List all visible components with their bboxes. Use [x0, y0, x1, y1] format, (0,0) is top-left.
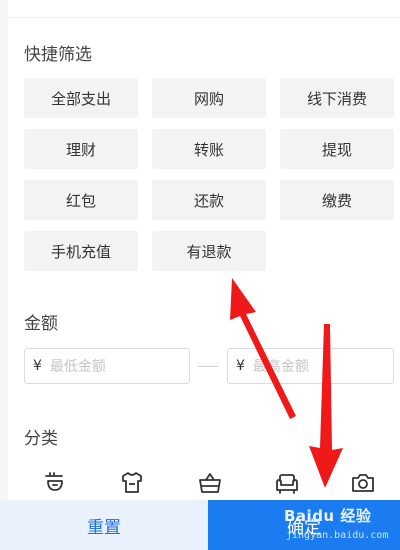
baidu-watermark: Baidu 经验 — [284, 507, 372, 525]
top-divider — [8, 17, 400, 18]
chip-online-shopping[interactable]: 网购 — [152, 78, 266, 118]
amount-title: 金额 — [24, 314, 58, 334]
currency-symbol: ¥ — [236, 358, 245, 374]
clothing-icon[interactable] — [117, 468, 147, 498]
chip-withdraw[interactable]: 提现 — [280, 129, 394, 169]
max-amount-input[interactable]: ¥ 最高金额 — [227, 348, 394, 384]
chip-wealth-management[interactable]: 理财 — [24, 129, 138, 169]
chip-red-packet[interactable]: 红包 — [24, 180, 138, 220]
min-amount-placeholder: 最低金额 — [49, 359, 106, 375]
sofa-icon[interactable] — [272, 468, 302, 498]
food-icon[interactable] — [40, 468, 70, 498]
min-amount-input[interactable]: ¥ 最低金额 — [24, 348, 190, 384]
chip-refunded[interactable]: 有退款 — [152, 231, 266, 271]
shopping-basket-icon[interactable] — [195, 468, 225, 498]
baidu-watermark-url: jingyan.baidu.com — [286, 530, 389, 541]
reset-button[interactable]: 重置 — [0, 500, 208, 550]
category-title: 分类 — [24, 429, 58, 449]
chip-repayment[interactable]: 还款 — [152, 180, 266, 220]
range-separator — [198, 366, 218, 367]
currency-symbol: ¥ — [33, 358, 42, 374]
chip-all-expense[interactable]: 全部支出 — [24, 78, 138, 118]
quick-filter-title: 快捷筛选 — [24, 45, 92, 65]
chip-offline-consumption[interactable]: 线下消费 — [280, 78, 394, 118]
chip-phone-recharge[interactable]: 手机充值 — [24, 231, 138, 271]
max-amount-placeholder: 最高金额 — [252, 359, 309, 375]
chip-transfer[interactable]: 转账 — [152, 129, 266, 169]
camera-icon[interactable] — [348, 468, 378, 498]
chip-bill-payment[interactable]: 缴费 — [280, 180, 394, 220]
left-edge-strip — [0, 0, 8, 500]
